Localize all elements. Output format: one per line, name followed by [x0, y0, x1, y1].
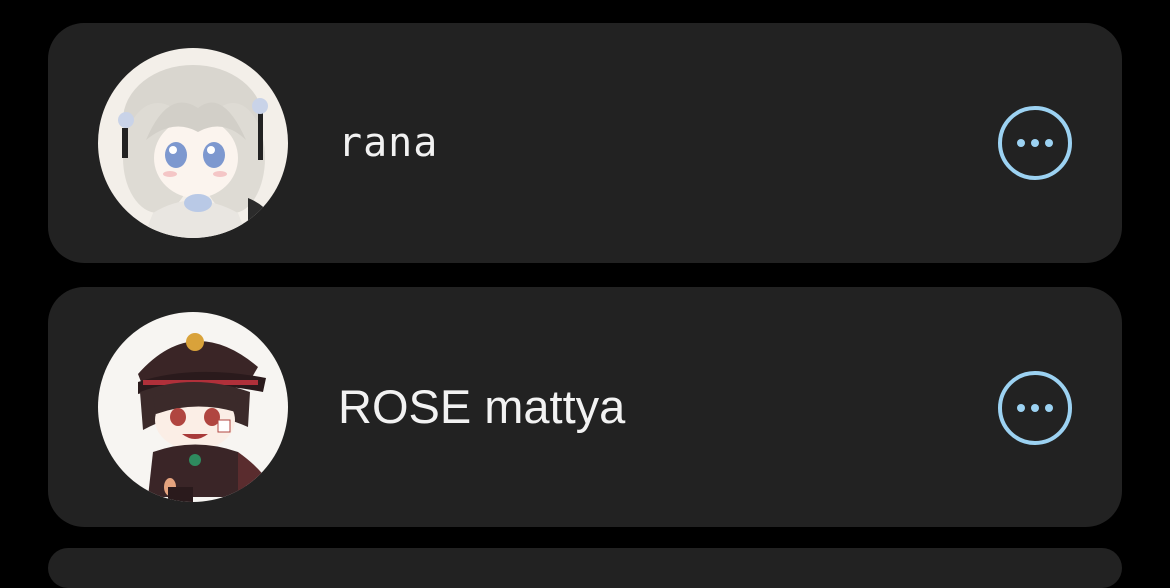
contact-row-partial[interactable] — [48, 548, 1122, 588]
contact-name: ROSE mattya — [338, 380, 626, 433]
more-options-icon — [1017, 404, 1025, 412]
avatar[interactable] — [98, 48, 288, 238]
more-options-dot — [1031, 139, 1039, 147]
anime-avatar-icon — [98, 312, 288, 502]
avatar[interactable] — [98, 312, 288, 502]
more-options-dot — [1045, 404, 1053, 412]
more-options-dot — [1045, 139, 1053, 147]
more-options-icon — [1017, 139, 1025, 147]
more-options-dot — [1031, 404, 1039, 412]
more-options-button[interactable] — [998, 106, 1072, 180]
more-options-button[interactable] — [998, 371, 1072, 445]
anime-avatar-icon — [98, 48, 288, 238]
contact-name: rana — [338, 120, 439, 166]
